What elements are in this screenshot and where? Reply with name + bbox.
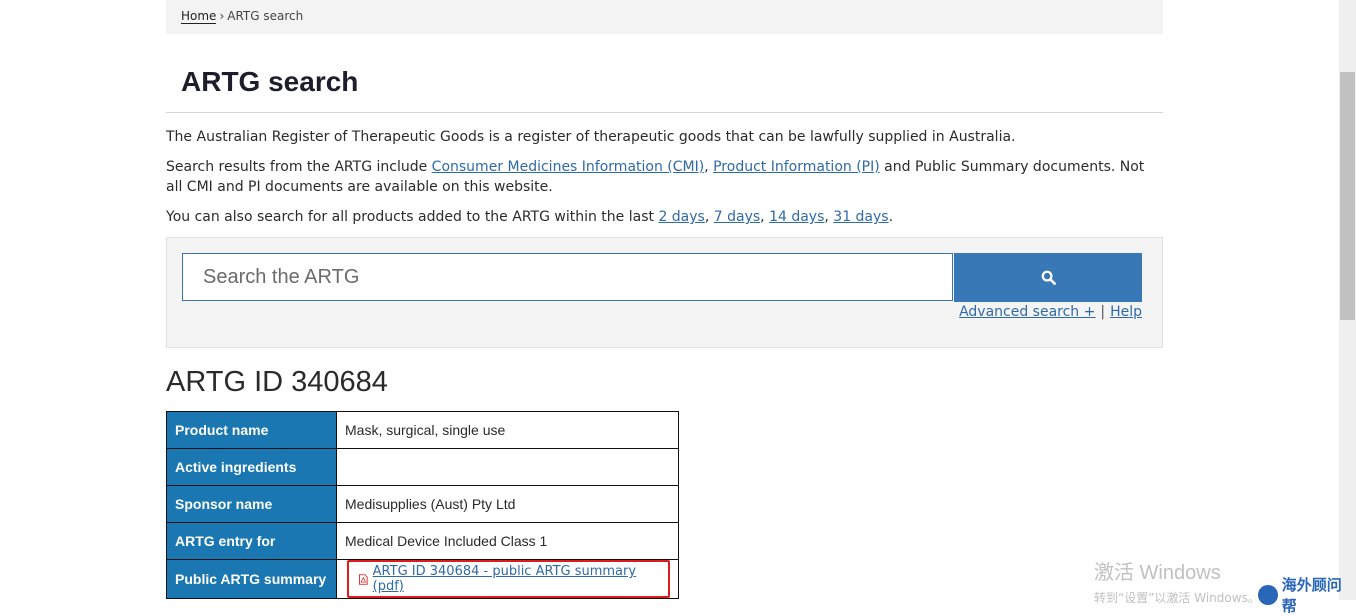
artg-details-table: Product name Mask, surgical, single use … xyxy=(166,411,679,599)
title-divider xyxy=(166,112,1163,113)
row-label: ARTG entry for xyxy=(166,522,337,560)
search-panel: Advanced search + |Help xyxy=(166,237,1163,348)
days-31-link[interactable]: 31 days xyxy=(833,209,888,225)
days-2-link[interactable]: 2 days xyxy=(658,209,704,225)
table-row: Sponsor name Medisupplies (Aust) Pty Ltd xyxy=(166,485,679,523)
watermark-subtitle: 转到“设置”以激活 Windows。 xyxy=(1094,591,1260,605)
brand-name: 海外顾问帮 xyxy=(1281,576,1342,615)
days-7-link[interactable]: 7 days xyxy=(714,209,760,225)
row-label: Public ARTG summary xyxy=(166,559,337,599)
row-value: Medical Device Included Class 1 xyxy=(336,522,679,560)
watermark-title: 激活 Windows xyxy=(1094,562,1221,584)
days-separator: , xyxy=(760,209,770,225)
row-value: Mask, surgical, single use xyxy=(336,411,679,449)
table-row: Active ingredients xyxy=(166,448,679,486)
row-label: Product name xyxy=(166,411,337,449)
p2-comma: , xyxy=(704,159,714,175)
artg-id-heading: ARTG ID 340684 xyxy=(166,366,388,398)
days-separator: , xyxy=(824,209,834,225)
p2-text-start: Search results from the ARTG include xyxy=(166,159,432,175)
highlight-box: ARTG ID 340684 - public ARTG summary (pd… xyxy=(347,560,670,598)
breadcrumb-current: ARTG search xyxy=(227,9,304,23)
intro-paragraph-2: Search results from the ARTG include Con… xyxy=(166,157,1156,197)
search-links: Advanced search + | Help xyxy=(959,304,1142,320)
advanced-search-link[interactable]: Advanced search + xyxy=(959,304,1095,320)
row-value: Medisupplies (Aust) Pty Ltd xyxy=(336,485,679,523)
p3-text-start: You can also search for all products add… xyxy=(166,209,659,225)
row-value: ARTG ID 340684 - public ARTG summary (pd… xyxy=(336,559,679,599)
help-link[interactable]: Help xyxy=(1110,304,1142,320)
row-label: Sponsor name xyxy=(166,485,337,523)
days-14-link[interactable]: 14 days xyxy=(769,209,824,225)
pi-link[interactable]: Product Information (PI) xyxy=(713,159,880,175)
table-row: Public ARTG summary ARTG ID 340684 - pub… xyxy=(166,559,679,599)
cmi-link[interactable]: Consumer Medicines Information (CMI) xyxy=(432,159,705,175)
row-label: Active ingredients xyxy=(166,448,337,486)
days-separator: , xyxy=(704,209,714,225)
links-divider: | xyxy=(1100,304,1106,320)
breadcrumb-home-link[interactable]: Home xyxy=(181,9,217,24)
row-value xyxy=(336,448,679,486)
public-summary-pdf-link[interactable]: ARTG ID 340684 - public ARTG summary (pd… xyxy=(373,564,660,594)
search-input[interactable] xyxy=(182,253,953,301)
breadcrumb-bar: Home › ARTG search xyxy=(166,0,1163,34)
pdf-icon xyxy=(359,573,368,585)
brand-watermark: 海外顾问帮 xyxy=(1258,574,1356,616)
breadcrumb-separator: › xyxy=(219,9,225,23)
activation-watermark: 激活 Windows 转到“设置”以激活 Windows。 xyxy=(1094,556,1260,606)
page-title: ARTG search xyxy=(181,66,359,97)
intro-paragraph-1: The Australian Register of Therapeutic G… xyxy=(166,129,1016,145)
search-button[interactable] xyxy=(954,253,1142,302)
p3-period: . xyxy=(888,209,894,225)
brand-logo-icon xyxy=(1258,585,1278,605)
table-row: ARTG entry for Medical Device Included C… xyxy=(166,522,679,560)
intro-paragraph-3: You can also search for all products add… xyxy=(166,207,1156,227)
breadcrumb: Home › ARTG search xyxy=(181,9,304,24)
search-icon xyxy=(1041,270,1056,285)
table-row: Product name Mask, surgical, single use xyxy=(166,411,679,449)
scrollbar-thumb[interactable] xyxy=(1340,72,1355,320)
